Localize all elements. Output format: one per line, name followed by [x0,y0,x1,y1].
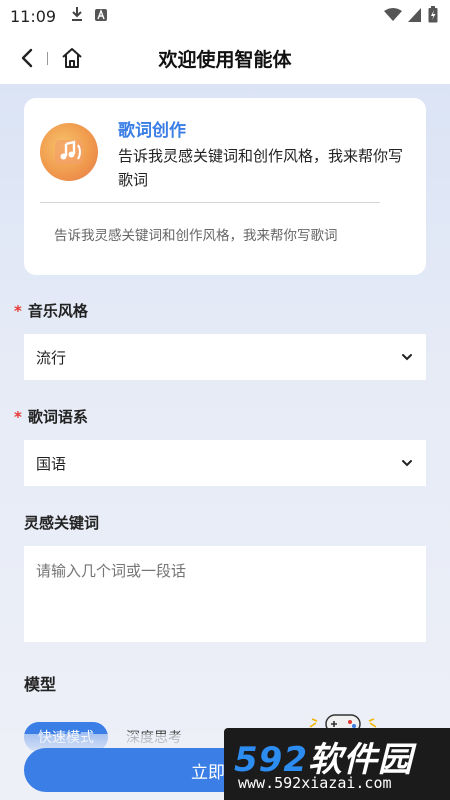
status-system-icons [384,5,438,27]
lyric-language-value: 国语 [36,454,67,473]
agent-card: 歌词创作 告诉我灵感关键词和创作风格，我来帮你写歌词 告诉我灵感关键词和创作风格… [24,98,426,275]
lyric-language-select[interactable]: 国语 [24,440,426,486]
chevron-down-icon [402,354,412,361]
agent-hint: 告诉我灵感关键词和创作风格，我来帮你写歌词 [54,228,338,244]
music-style-select[interactable]: 流行 [24,334,426,380]
agent-divider [40,202,380,203]
status-time: 11:09 [10,6,57,26]
music-note-icon [40,123,98,181]
model-label: 模型 [24,675,57,694]
music-style-label-text: 音乐风格 [27,302,88,320]
required-mark: * [14,408,22,426]
wifi-icon [384,7,402,26]
music-style-value: 流行 [36,348,67,367]
main-content: 歌词创作 告诉我灵感关键词和创作风格，我来帮你写歌词 告诉我灵感关键词和创作风格… [0,84,450,800]
download-icon [70,6,84,26]
watermark-url: www.592xiazai.com [238,774,392,792]
agent-description: 告诉我灵感关键词和创作风格，我来帮你写歌词 [118,147,404,189]
agent-name: 歌词创作 [118,121,186,141]
music-style-label: * 音乐风格 [14,300,88,321]
keywords-input[interactable] [24,546,426,642]
watermark-logo: 592软件园 www.592xiazai.com [224,728,450,800]
keywords-label: 灵感关键词 [24,514,100,532]
app-notification-icon [94,7,108,26]
required-mark: * [14,302,22,320]
nav-bar: 欢迎使用智能体 [0,32,450,84]
battery-icon [428,5,438,27]
lyric-language-label: * 歌词语系 [14,406,88,427]
lyric-language-label-text: 歌词语系 [27,408,88,426]
status-bar: 11:09 [0,0,450,32]
page-title: 欢迎使用智能体 [158,49,292,71]
status-notifications [70,6,108,26]
signal-icon [408,7,422,26]
chevron-down-icon [402,460,412,467]
